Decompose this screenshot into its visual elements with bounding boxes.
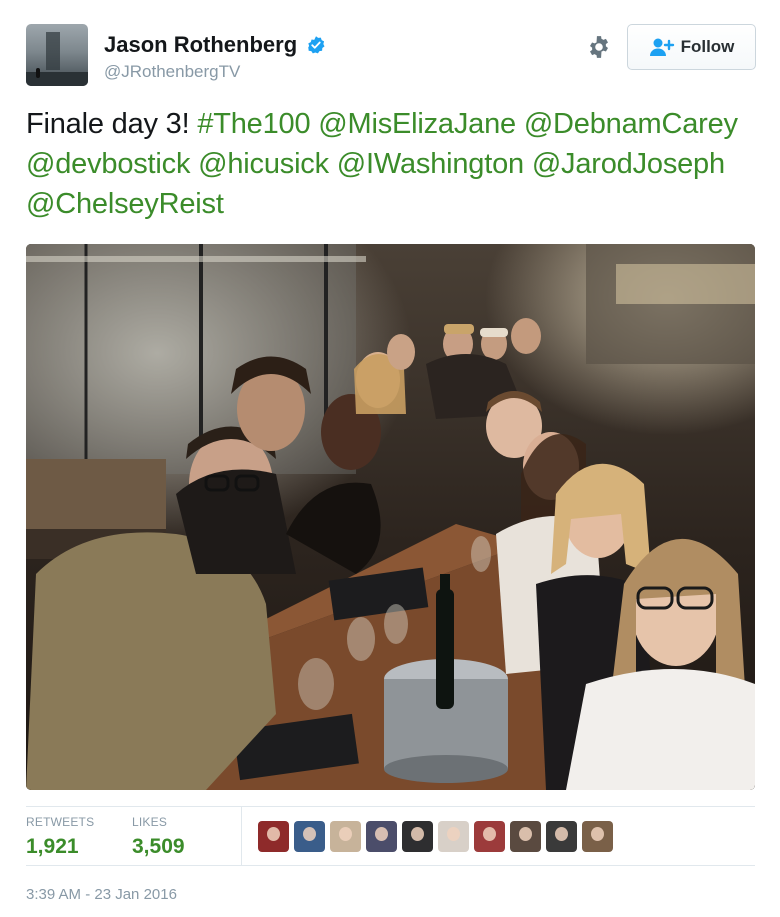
mention-link[interactable]: @DebnamCarey [524,108,738,140]
author-handle[interactable]: @JRothenbergTV [104,62,326,82]
tweet-photo[interactable] [26,244,755,790]
tweet-text-segment [190,148,198,180]
tweet-text: Finale day 3! #The100 @MisElizaJane @Deb… [26,104,756,224]
follow-label: Follow [680,37,735,56]
liker-avatar[interactable] [582,821,613,852]
liker-avatar[interactable] [294,821,325,852]
tweet-text-segment: Finale day 3! [26,108,198,140]
mention-link[interactable]: @hicusick [198,148,329,180]
tweet-text-segment [329,148,337,180]
tweet-text-segment [524,148,532,180]
liker-avatar[interactable] [366,821,397,852]
stats-divider [241,807,242,865]
liker-avatar[interactable] [258,821,289,852]
likes-count: 3,509 [132,835,185,858]
hashtag-link[interactable]: #The100 [197,108,310,140]
liker-avatars [258,821,613,852]
follow-button[interactable]: Follow [627,24,756,70]
add-user-icon [649,38,674,56]
liker-avatar[interactable] [438,821,469,852]
tweet-header: Jason Rothenberg @JRothenbergTV Follow [26,24,756,88]
group-photo-image [26,244,755,790]
retweets-count: 1,921 [26,835,79,858]
author-avatar[interactable] [26,24,88,86]
liker-avatar[interactable] [330,821,361,852]
mention-link[interactable]: @ChelseyReist [26,188,224,220]
tweet-stats: RETWEETS 1,921 LIKES 3,509 [26,806,755,866]
liker-avatar[interactable] [546,821,577,852]
mention-link[interactable]: @JarodJoseph [532,148,725,180]
tweet-text-segment [516,108,524,140]
retweets-stat[interactable]: RETWEETS 1,921 [26,815,94,859]
liker-avatar[interactable] [510,821,541,852]
author-display-name[interactable]: Jason Rothenberg [104,32,297,58]
tweet-timestamp[interactable]: 3:39 AM - 23 Jan 2016 [26,886,177,903]
mention-link[interactable]: @MisElizaJane [318,108,516,140]
retweets-label: RETWEETS [26,815,95,829]
mention-link[interactable]: @devbostick [26,148,190,180]
liker-avatar[interactable] [474,821,505,852]
verified-badge-icon [307,36,325,54]
likes-label: LIKES [132,815,168,829]
likes-stat[interactable]: LIKES 3,509 [132,815,185,859]
mention-link[interactable]: @IWashington [337,148,524,180]
liker-avatar[interactable] [402,821,433,852]
author-name-block[interactable]: Jason Rothenberg @JRothenbergTV [104,32,326,82]
gear-icon[interactable] [586,34,612,60]
